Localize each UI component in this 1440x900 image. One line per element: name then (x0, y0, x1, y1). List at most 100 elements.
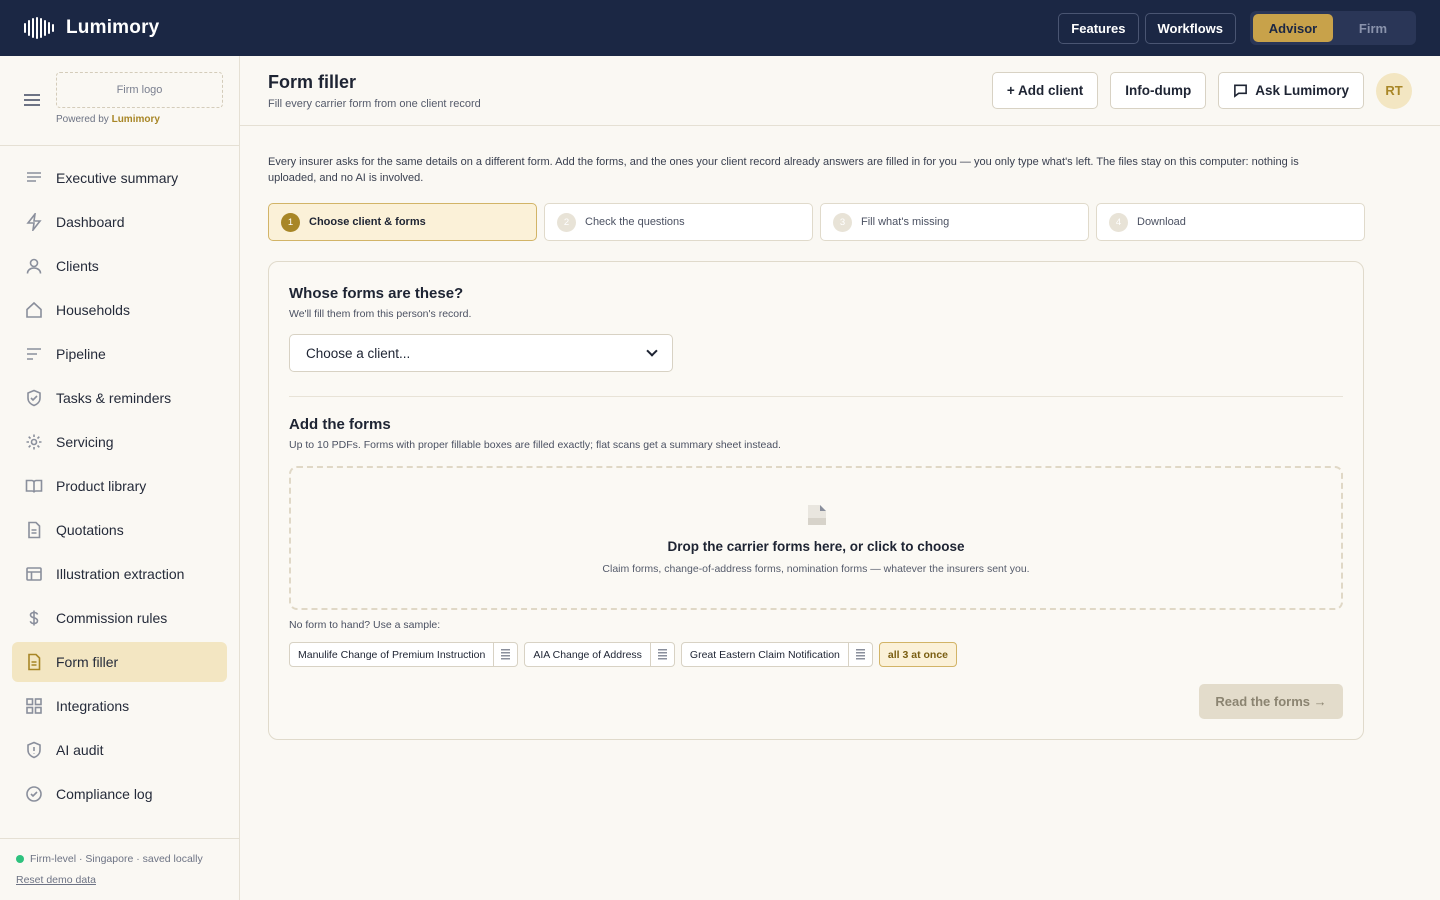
avatar[interactable]: RT (1376, 72, 1412, 109)
form-icon (24, 652, 44, 672)
sidebar-footer: Firm-level · Singapore · saved locally R… (0, 838, 239, 900)
top-bar: Lumimory Features Workflows Advisor Firm (0, 0, 1440, 56)
currency-icon (24, 608, 44, 628)
sidebar-item-label: Integrations (56, 698, 130, 714)
workflows-button[interactable]: Workflows (1144, 12, 1236, 44)
sidebar-item-compliance-log[interactable]: Compliance log (12, 774, 227, 814)
reset-demo-link[interactable]: Reset demo data (16, 874, 223, 886)
add-client-button[interactable]: + Add client (991, 72, 1099, 109)
sidebar-item-executive-summary[interactable]: Executive summary (12, 158, 227, 198)
read-forms-button[interactable]: Read the forms → (1199, 684, 1343, 719)
status-dot-icon (16, 855, 24, 863)
step-check-questions[interactable]: 2 Check the questions (544, 203, 813, 241)
brand-name: Lumimory (66, 17, 160, 38)
grid-icon (24, 696, 44, 716)
sidebar-item-label: Executive summary (56, 170, 179, 186)
book-icon (24, 476, 44, 496)
home-icon (24, 300, 44, 320)
table-icon (24, 564, 44, 584)
stepper: 1 Choose client & forms 2 Check the ques… (268, 203, 1365, 241)
sidebar-item-households[interactable]: Households (12, 290, 227, 330)
document-lines-icon[interactable] (493, 643, 517, 666)
sample-chips: Manulife Change of Premium Instruction A… (289, 642, 958, 667)
status-text: Firm-level · Singapore · saved locally (30, 853, 203, 865)
step-label: Choose client & forms (309, 216, 426, 228)
all-samples-chip[interactable]: all 3 at once (878, 642, 958, 667)
sidebar-item-quotations[interactable]: Quotations (12, 510, 227, 550)
file-icon (808, 505, 826, 525)
firm-logo-placeholder[interactable]: Firm logo (56, 72, 223, 108)
sidebar-item-label: Servicing (56, 434, 114, 450)
sidebar-item-illustration-extraction[interactable]: Illustration extraction (12, 554, 227, 594)
step-number: 1 (281, 212, 300, 232)
hamburger-menu-icon[interactable] (24, 94, 40, 106)
sidebar-item-tasks[interactable]: Tasks & reminders (12, 378, 227, 418)
sidebar-item-label: Households (56, 302, 130, 318)
brand[interactable]: Lumimory (24, 17, 159, 39)
ask-lumimory-button[interactable]: Ask Lumimory (1218, 72, 1364, 109)
person-icon (24, 256, 44, 276)
divider (289, 396, 1343, 397)
sidebar-item-label: Pipeline (56, 346, 106, 362)
sample-chip[interactable]: AIA Change of Address (524, 642, 675, 667)
sidebar-nav: Executive summary Dashboard Clients Hous… (0, 146, 239, 814)
sidebar-item-product-library[interactable]: Product library (12, 466, 227, 506)
step-fill-missing[interactable]: 3 Fill what's missing (820, 203, 1089, 241)
step-number: 3 (833, 212, 852, 232)
mode-toggle: Advisor Firm (1250, 11, 1416, 45)
sample-label: No form to hand? Use a sample: (289, 619, 441, 631)
document-lines-icon[interactable] (847, 643, 872, 666)
features-button[interactable]: Features (1058, 12, 1139, 44)
sidebar-item-clients[interactable]: Clients (12, 246, 227, 286)
sample-chip-label: AIA Change of Address (533, 648, 642, 661)
client-select-value: Choose a client... (306, 345, 411, 361)
sidebar-item-servicing[interactable]: Servicing (12, 422, 227, 462)
summary-icon (24, 168, 44, 188)
sample-chip[interactable]: Manulife Change of Premium Instruction (289, 642, 519, 667)
document-lines-icon[interactable] (649, 643, 674, 666)
sidebar-item-label: Tasks & reminders (56, 390, 172, 406)
client-select[interactable]: Choose a client... (289, 334, 673, 372)
intro-text: Every insurer asks for the same details … (268, 156, 1299, 184)
shield-check-icon (24, 388, 44, 408)
forms-section-subtitle: Up to 10 PDFs. Forms with proper fillabl… (289, 439, 781, 451)
client-section-subtitle: We'll fill them from this person's recor… (289, 308, 472, 320)
sample-chip[interactable]: Great Eastern Claim Notification (680, 642, 873, 667)
sidebar-item-label: Dashboard (56, 214, 125, 230)
sidebar-item-commission-rules[interactable]: Commission rules (12, 598, 227, 638)
dropzone-title: Drop the carrier forms here, or click to… (667, 539, 965, 554)
step-choose-client[interactable]: 1 Choose client & forms (268, 203, 537, 241)
chat-icon (1234, 84, 1248, 98)
gear-icon (24, 432, 44, 452)
forms-section-title: Add the forms (289, 416, 391, 433)
powered-by: Powered by Lumimory (56, 114, 160, 125)
shield-alert-icon (24, 740, 44, 760)
main-content: Form filler Fill every carrier form from… (240, 56, 1440, 900)
sidebar-item-label: Form filler (56, 654, 119, 670)
check-circle-icon (24, 784, 44, 804)
page-header: Form filler Fill every carrier form from… (240, 56, 1440, 126)
pipeline-icon (24, 344, 44, 364)
mode-advisor-button[interactable]: Advisor (1253, 14, 1333, 42)
dropzone-subtitle: Claim forms, change-of-address forms, no… (602, 563, 1030, 575)
sidebar: Firm logo Powered by Lumimory Executive … (0, 56, 240, 900)
sidebar-item-label: Illustration extraction (56, 566, 185, 582)
info-dump-button[interactable]: Info-dump (1110, 72, 1207, 109)
lightning-icon (24, 212, 44, 232)
document-icon (24, 520, 44, 540)
sidebar-item-pipeline[interactable]: Pipeline (12, 334, 227, 374)
sample-chip-label: Manulife Change of Premium Instruction (298, 648, 486, 661)
step-download[interactable]: 4 Download (1096, 203, 1365, 241)
sidebar-item-label: Quotations (56, 522, 124, 538)
step-number: 2 (557, 212, 576, 232)
sidebar-item-label: AI audit (56, 742, 104, 758)
sidebar-item-integrations[interactable]: Integrations (12, 686, 227, 726)
sidebar-item-form-filler[interactable]: Form filler (12, 642, 227, 682)
file-dropzone[interactable]: Drop the carrier forms here, or click to… (289, 466, 1343, 610)
status-line: Firm-level · Singapore · saved locally (16, 853, 223, 865)
mode-firm-button[interactable]: Firm (1333, 14, 1413, 42)
sidebar-item-ai-audit[interactable]: AI audit (12, 730, 227, 770)
sidebar-item-label: Compliance log (56, 786, 153, 802)
sidebar-item-dashboard[interactable]: Dashboard (12, 202, 227, 242)
powered-brand: Lumimory (111, 114, 160, 125)
